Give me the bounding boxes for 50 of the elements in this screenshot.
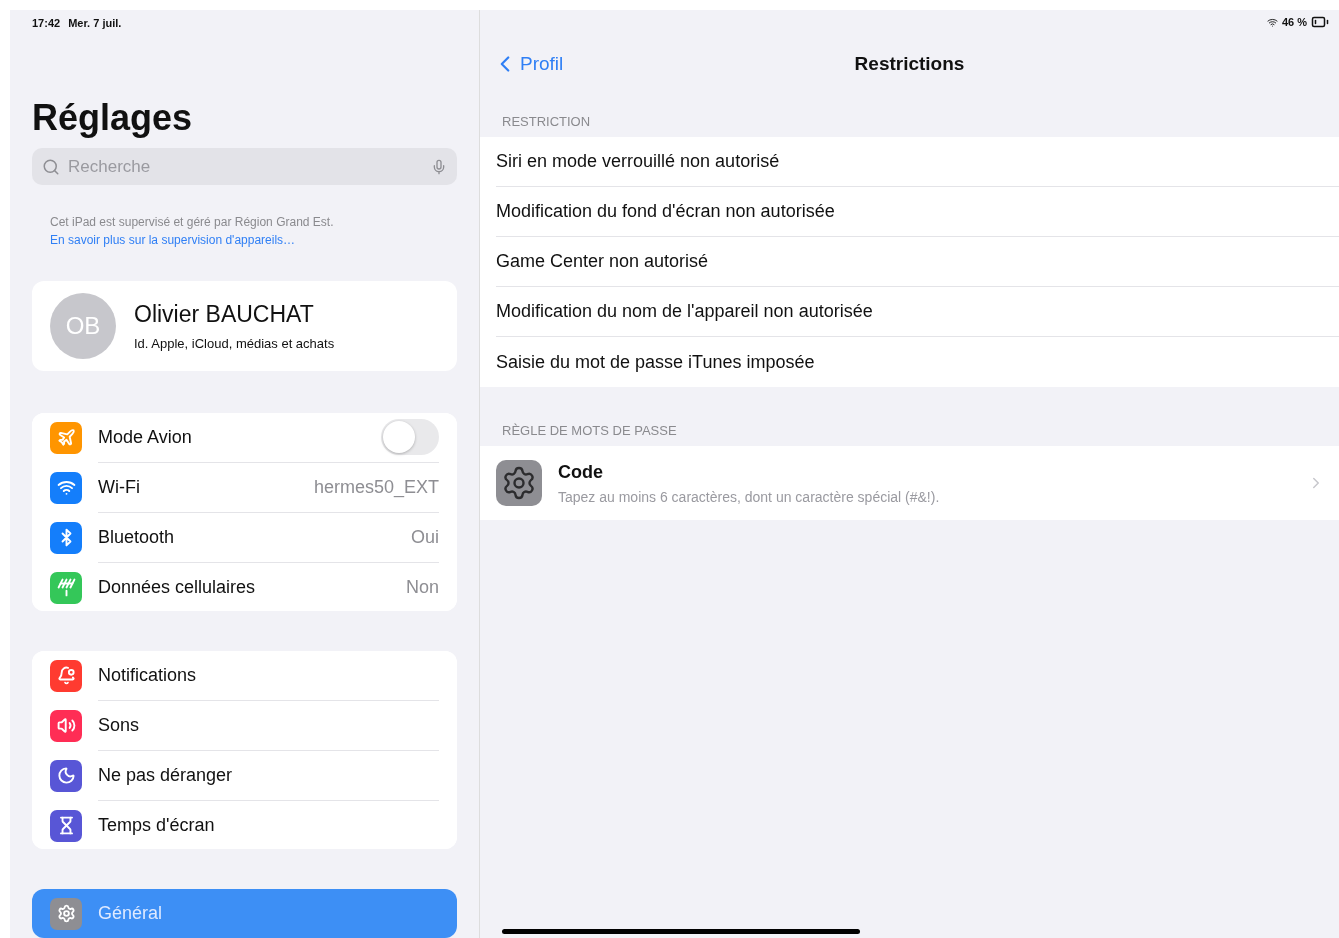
profile-name: Olivier BAUCHAT xyxy=(134,300,315,328)
restriction-label: Game Center non autorisé xyxy=(496,251,709,272)
restriction-label: Siri en mode verrouillé non autorisé xyxy=(496,151,780,172)
bluetooth-icon xyxy=(50,521,82,554)
row-value: Non xyxy=(405,577,439,598)
restriction-label: Saisie du mot de passe iTunes imposée xyxy=(496,351,815,373)
page-title: Réglages xyxy=(32,97,194,138)
row-subtitle: Tapez au moins 6 caractères, dont un caractère spécial (#&!). xyxy=(558,488,941,505)
status-time: 17:42 xyxy=(32,16,61,29)
row-value: Oui xyxy=(411,526,439,548)
nav-title: Restrictions xyxy=(854,53,965,75)
hourglass-icon xyxy=(50,809,82,842)
row-label: Notifications xyxy=(98,664,197,686)
battery-percent: 46 % xyxy=(1281,16,1307,28)
toggle-switch[interactable] xyxy=(381,419,439,455)
microphone-icon[interactable] xyxy=(431,158,447,175)
row-label: Temps d'écran xyxy=(98,815,215,836)
supervision-note: Cet iPad est supervisé et géré par Région Grand Est. En savoir plus sur la supervision d'appareils… xyxy=(50,214,335,250)
restriction-label: Modification du nom de l'appareil non autorisée xyxy=(496,301,873,322)
supervision-link[interactable]: En savoir plus sur la supervision d'appareils… xyxy=(50,233,296,248)
moon-icon xyxy=(50,759,82,792)
row-label: Sons xyxy=(98,714,140,736)
avatar: OB xyxy=(50,292,116,359)
status-date: Mer. 7 juil. xyxy=(68,16,122,29)
search-bar[interactable]: Recherche xyxy=(32,147,457,186)
section-header: RESTRICTION xyxy=(502,114,592,129)
wifi-status-icon xyxy=(1266,16,1278,28)
code-row[interactable]: Code Tapez au moins 6 caractères, dont un caractère spécial (#&!). xyxy=(480,446,1339,520)
gear-icon xyxy=(50,897,82,930)
bell-icon xyxy=(50,659,82,692)
row-label: Mode Avion xyxy=(98,426,192,448)
wifi-icon xyxy=(50,471,82,504)
row-title: Code xyxy=(558,461,604,483)
row-label: Bluetooth xyxy=(98,526,175,548)
row-label: Données cellulaires xyxy=(98,577,256,598)
profile-subtitle: Id. Apple, iCloud, médias et achats xyxy=(134,335,335,351)
speaker-icon xyxy=(50,709,82,742)
search-icon xyxy=(42,157,60,176)
row-label: Wi-Fi xyxy=(98,476,140,498)
profile-card[interactable]: OB Olivier BAUCHAT Id. Apple, iCloud, médias et achats xyxy=(32,281,457,371)
plane-icon xyxy=(50,421,82,454)
row-value: hermes50_EXT xyxy=(313,476,439,498)
search-field[interactable]: Recherche xyxy=(66,155,425,178)
back-link[interactable]: Profil xyxy=(492,51,564,77)
gear-icon xyxy=(496,460,542,506)
section-header: RÈGLE DE MOTS DE PASSE xyxy=(502,423,678,438)
row-label: Ne pas déranger xyxy=(98,764,233,786)
antenna-icon xyxy=(50,571,82,604)
row-label: Général xyxy=(98,903,163,924)
restriction-label: Modification du fond d'écran non autorisée xyxy=(496,201,835,222)
